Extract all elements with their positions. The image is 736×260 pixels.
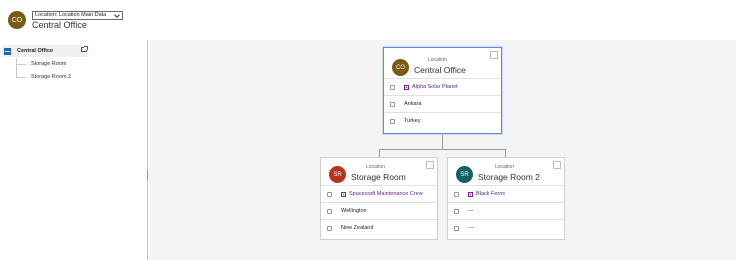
record-avatar: CO [8,11,26,29]
card-avatar: SR [456,166,473,183]
card-field-row: Spacecraft Maintenance Crew [321,185,437,202]
card-select-checkbox[interactable] [426,161,434,169]
open-record-icon[interactable] [81,46,88,52]
card-field-value: --- [468,208,474,214]
card-field-row: Black Ferns [448,185,564,202]
tree-connector [442,134,443,150]
tree-item-central-office[interactable]: Central Office [2,45,88,57]
tree-item-label: Central Office [17,48,54,54]
card-field-row: Wellington [321,202,437,219]
card-avatar: CO [392,59,409,76]
form-selector-label: Location: Location Main Data [35,12,107,18]
card-field-value: New Zealand [341,225,374,231]
card-entity-type: Location [366,164,385,170]
card-field-value: --- [468,225,474,231]
tree-connector [16,77,26,78]
field-icon [327,191,332,197]
card-field-row: Ankara [384,95,501,112]
tree-connector [16,64,26,65]
location-card-storage-room-2[interactable]: SR Location Storage Room 2 Black Ferns -… [447,157,565,240]
record-link-icon [341,191,346,197]
card-select-checkbox[interactable] [553,161,561,169]
tree-item-storage-room-2[interactable]: Storage Room 2 [31,74,71,80]
card-field-row: --- [448,219,564,236]
card-name: Storage Room 2 [478,172,540,182]
chevron-down-icon [114,12,121,18]
record-link-icon [468,191,473,197]
tree-item-storage-room[interactable]: Storage Room [31,61,66,67]
card-field-row: New Zealand [321,219,437,236]
card-field-link[interactable]: Alpha Solar Planet [412,84,458,90]
tree-connector [379,149,506,150]
card-name: Central Office [414,65,466,75]
record-header: CO Location: Location Main Data Central … [0,0,736,40]
field-icon [454,191,459,197]
tree-connector [505,149,506,157]
collapse-icon[interactable] [4,47,11,55]
field-icon [390,118,395,124]
tree-connector [16,58,17,78]
field-icon [390,84,395,90]
card-name: Storage Room [351,172,406,182]
field-icon [327,225,332,231]
record-title: Central Office [32,20,87,30]
field-icon [327,208,332,214]
card-field-link[interactable]: Black Ferns [476,191,505,197]
card-field-value: Wellington [341,208,367,214]
field-icon [390,101,395,107]
card-field-row: Alpha Solar Planet [384,78,501,95]
field-icon [454,225,459,231]
field-icon [454,208,459,214]
card-avatar: SR [329,166,346,183]
record-link-icon [404,84,409,90]
card-entity-type: Location [495,164,514,170]
card-field-row: Turkey [384,112,501,129]
card-field-value: Ankara [404,101,422,107]
location-card-storage-room[interactable]: SR Location Storage Room Spacecraft Main… [320,157,438,240]
card-field-row: --- [448,202,564,219]
card-select-checkbox[interactable] [490,51,498,59]
card-entity-type: Location [428,57,447,63]
card-field-link[interactable]: Spacecraft Maintenance Crew [349,191,423,197]
hierarchy-tree-pane: Central Office [0,40,148,260]
card-field-value: Turkey [404,118,421,124]
tree-connector [379,149,380,157]
form-selector-dropdown[interactable]: Location: Location Main Data [32,11,124,20]
location-card-central-office[interactable]: CO Location Central Office Alpha Solar P… [383,47,502,134]
